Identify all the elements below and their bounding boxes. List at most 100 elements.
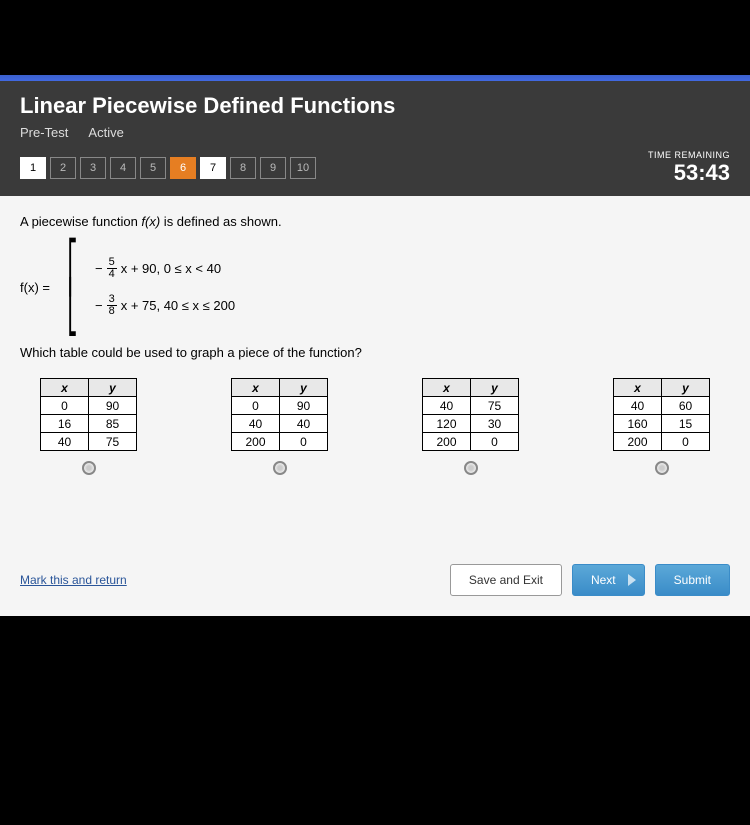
- table-header: y: [280, 379, 328, 397]
- table-cell: 0: [280, 433, 328, 451]
- table-row: 16015: [614, 415, 710, 433]
- nav-row: 12345678910 TIME REMAINING 53:43: [20, 150, 730, 186]
- mark-return-link[interactable]: Mark this and return: [20, 573, 127, 587]
- neg-sign-1: −: [95, 261, 103, 276]
- question-prompt: Which table could be used to graph a pie…: [20, 345, 730, 360]
- nav-question-8[interactable]: 8: [230, 157, 256, 179]
- nav-question-7[interactable]: 7: [200, 157, 226, 179]
- bracket-icon: ⎡⎣: [67, 247, 77, 327]
- piece-1: − 5 4 x + 90, 0 ≤ x < 40: [95, 257, 235, 280]
- table-cell: 90: [89, 397, 137, 415]
- nav-question-1[interactable]: 1: [20, 157, 46, 179]
- nav-question-2[interactable]: 2: [50, 157, 76, 179]
- table-row: 4075: [423, 397, 519, 415]
- table-header: x: [41, 379, 89, 397]
- option-3: xy4075120302000: [422, 378, 519, 475]
- table-header: y: [471, 379, 519, 397]
- intro-text-b: is defined as shown.: [160, 214, 281, 229]
- table-cell: 40: [232, 415, 280, 433]
- table-row: 1685: [41, 415, 137, 433]
- table-row: 2000: [232, 433, 328, 451]
- table-cell: 0: [232, 397, 280, 415]
- radio-option-2[interactable]: [273, 461, 287, 475]
- table-row: 4075: [41, 433, 137, 451]
- intro-fx: f(x): [141, 214, 160, 229]
- option-4: xy4060160152000: [613, 378, 710, 475]
- table-cell: 40: [614, 397, 662, 415]
- save-exit-button[interactable]: Save and Exit: [450, 564, 562, 596]
- table-cell: 0: [471, 433, 519, 451]
- data-table-1: xy09016854075: [40, 378, 137, 451]
- data-table-3: xy4075120302000: [422, 378, 519, 451]
- table-row: 2000: [614, 433, 710, 451]
- table-cell: 200: [614, 433, 662, 451]
- status-row: Pre-Test Active: [20, 125, 730, 140]
- status-pretest: Pre-Test: [20, 125, 68, 140]
- table-cell: 40: [423, 397, 471, 415]
- data-table-2: xy09040402000: [231, 378, 328, 451]
- nav-question-6[interactable]: 6: [170, 157, 196, 179]
- table-cell: 40: [41, 433, 89, 451]
- fraction-2: 3 8: [107, 294, 117, 317]
- table-cell: 15: [662, 415, 710, 433]
- table-cell: 200: [423, 433, 471, 451]
- table-header: x: [232, 379, 280, 397]
- radio-option-4[interactable]: [655, 461, 669, 475]
- function-pieces: − 5 4 x + 90, 0 ≤ x < 40 − 3 8 x + 75, 4…: [95, 257, 235, 317]
- table-header: y: [89, 379, 137, 397]
- radio-option-1[interactable]: [82, 461, 96, 475]
- table-header: y: [662, 379, 710, 397]
- table-cell: 16: [41, 415, 89, 433]
- question-nav: 12345678910: [20, 157, 316, 179]
- frac-1-den: 4: [107, 269, 117, 280]
- function-definition: f(x) = ⎡⎣ − 5 4 x + 90, 0 ≤ x < 40 − 3 8…: [20, 247, 730, 327]
- table-cell: 75: [471, 397, 519, 415]
- question-intro: A piecewise function f(x) is defined as …: [20, 214, 730, 229]
- data-table-4: xy4060160152000: [613, 378, 710, 451]
- intro-text-a: A piecewise function: [20, 214, 141, 229]
- neg-sign-2: −: [95, 298, 103, 313]
- nav-question-9[interactable]: 9: [260, 157, 286, 179]
- timer-value: 53:43: [648, 160, 730, 186]
- table-header: x: [423, 379, 471, 397]
- timer: TIME REMAINING 53:43: [648, 150, 730, 186]
- table-row: 12030: [423, 415, 519, 433]
- nav-question-3[interactable]: 3: [80, 157, 106, 179]
- table-row: 090: [232, 397, 328, 415]
- table-cell: 60: [662, 397, 710, 415]
- table-cell: 200: [232, 433, 280, 451]
- table-cell: 0: [41, 397, 89, 415]
- page-title: Linear Piecewise Defined Functions: [20, 93, 730, 119]
- table-cell: 85: [89, 415, 137, 433]
- piece-2: − 3 8 x + 75, 40 ≤ x ≤ 200: [95, 294, 235, 317]
- fx-label: f(x) =: [20, 280, 50, 295]
- table-cell: 30: [471, 415, 519, 433]
- next-button[interactable]: Next: [572, 564, 645, 596]
- status-active: Active: [88, 125, 123, 140]
- frac-2-den: 8: [107, 306, 117, 317]
- answer-options: xy09016854075xy09040402000xy407512030200…: [20, 378, 730, 475]
- piece-2-rest: x + 75, 40 ≤ x ≤ 200: [121, 298, 235, 313]
- option-1: xy09016854075: [40, 378, 137, 475]
- option-2: xy09040402000: [231, 378, 328, 475]
- piece-1-rest: x + 90, 0 ≤ x < 40: [121, 261, 221, 276]
- nav-question-5[interactable]: 5: [140, 157, 166, 179]
- table-cell: 90: [280, 397, 328, 415]
- table-cell: 0: [662, 433, 710, 451]
- table-cell: 160: [614, 415, 662, 433]
- table-header: x: [614, 379, 662, 397]
- table-row: 090: [41, 397, 137, 415]
- content-area: A piecewise function f(x) is defined as …: [0, 196, 750, 616]
- footer-buttons: Save and Exit Next Submit: [450, 564, 730, 596]
- submit-button[interactable]: Submit: [655, 564, 730, 596]
- table-row: 4060: [614, 397, 710, 415]
- fraction-1: 5 4: [107, 257, 117, 280]
- timer-label: TIME REMAINING: [648, 150, 730, 160]
- table-cell: 120: [423, 415, 471, 433]
- header: Linear Piecewise Defined Functions Pre-T…: [0, 81, 750, 196]
- footer: Mark this and return Save and Exit Next …: [0, 544, 750, 616]
- nav-question-10[interactable]: 10: [290, 157, 316, 179]
- radio-option-3[interactable]: [464, 461, 478, 475]
- table-row: 2000: [423, 433, 519, 451]
- nav-question-4[interactable]: 4: [110, 157, 136, 179]
